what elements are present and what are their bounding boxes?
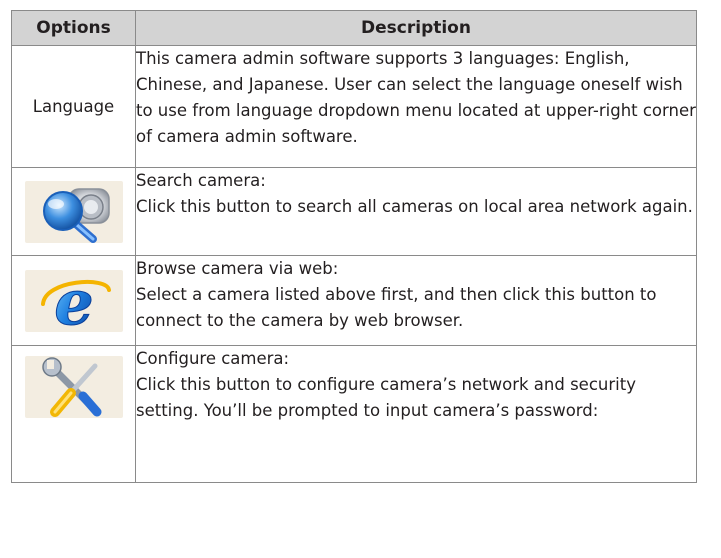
configure-tools-icon (24, 356, 123, 418)
search-camera-description: Search camera: Click this button to sear… (136, 171, 693, 216)
language-description: This camera admin software supports 3 la… (136, 49, 696, 146)
table-header-row: Options Description (11, 10, 697, 46)
search-camera-icon (24, 180, 123, 243)
table-row-browse-camera: e Browse camera via web: Select a camera… (11, 255, 697, 346)
browse-camera-option-cell: e (11, 255, 136, 346)
browse-camera-description: Browse camera via web: Select a camera l… (136, 259, 657, 330)
browse-camera-description-cell: Browse camera via web: Select a camera l… (135, 255, 697, 346)
table-row-configure-camera: Configure camera: Click this button to c… (11, 345, 697, 483)
table-row-search-camera: Search camera: Click this button to sear… (11, 167, 697, 256)
language-description-cell: This camera admin software supports 3 la… (135, 45, 697, 168)
options-column-header: Options (11, 10, 136, 46)
configure-camera-description: Configure camera: Click this button to c… (136, 349, 636, 420)
options-table: Options Description Language This camera… (11, 10, 697, 483)
internet-explorer-icon: e (24, 269, 123, 332)
table-row-language: Language This camera admin software supp… (11, 45, 697, 168)
description-column-header: Description (135, 10, 697, 46)
search-camera-description-cell: Search camera: Click this button to sear… (135, 167, 697, 256)
svg-text:e: e (54, 270, 93, 332)
search-camera-option-cell (11, 167, 136, 256)
language-option-cell: Language (11, 45, 136, 168)
configure-camera-option-cell (11, 345, 136, 483)
configure-camera-description-cell: Configure camera: Click this button to c… (135, 345, 697, 483)
